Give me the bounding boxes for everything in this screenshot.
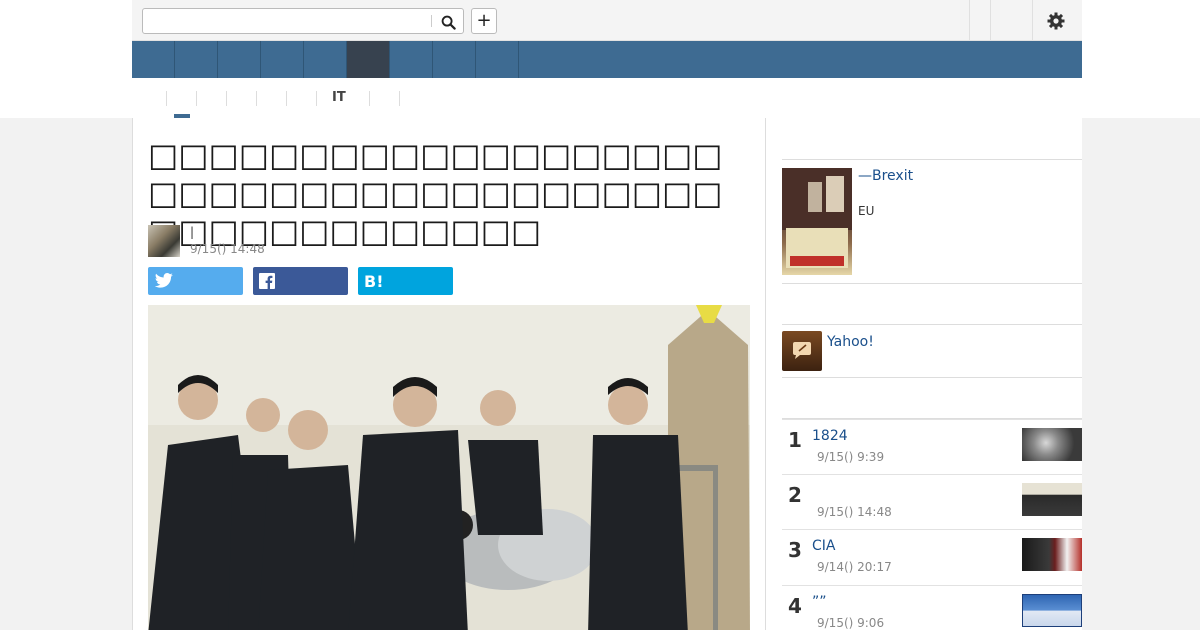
rank-thumbnail[interactable] [1022,594,1082,627]
hatena-bookmark-icon: B! [364,271,384,291]
photo-illustration [148,305,750,630]
nav-item[interactable] [433,41,476,78]
author-avatar[interactable] [148,225,180,257]
facebook-icon [259,273,275,289]
ranking-item[interactable]: 1 1824 9/15() 9:39 [782,419,1082,474]
book-description: EU [858,204,875,218]
ranking-item[interactable]: 2 9/15() 14:48 [782,474,1082,529]
ranking-item[interactable]: 4 ”” 9/15() 9:06 [782,585,1082,630]
sidebar-divider [782,377,1082,378]
sidebar-divider [782,324,1082,325]
book-title-link[interactable]: —Brexit [858,168,913,184]
rank-date: 9/15() 9:06 [817,616,885,630]
subnav-divider [399,91,400,106]
subnav-divider [286,91,287,106]
rank-thumbnail[interactable] [1022,538,1082,571]
subnav-divider [256,91,257,106]
nav-item[interactable] [218,41,261,78]
nav-item[interactable] [261,41,304,78]
subnav-divider [196,91,197,106]
subnav-divider [369,91,370,106]
rank-date: 9/15() 9:39 [817,450,885,464]
rank-number: 4 [788,594,802,618]
nav-item[interactable] [390,41,433,78]
rank-date: 9/14() 20:17 [817,560,892,574]
toolbar-divider [969,0,970,40]
sub-nav [132,78,1082,118]
toolbar-divider [1032,0,1033,40]
yahoo-comment-icon[interactable] [782,331,822,371]
sidebar: —Brexit EU Yahoo! 1 1824 9/15() 9:39 2 9… [766,118,1082,630]
rank-number: 2 [788,483,802,507]
ranking-item[interactable]: 3 CIA 9/14() 20:17 [782,529,1082,584]
search-button[interactable] [437,12,459,32]
rank-title[interactable]: 1824 [812,428,848,444]
rank-thumbnail[interactable] [1022,428,1082,461]
rank-number: 3 [788,538,802,562]
facebook-share-button[interactable] [253,267,348,295]
search-box [142,8,464,34]
top-toolbar: + [132,0,1082,41]
sidebar-divider [782,159,1082,160]
author-line[interactable]: | [190,225,194,239]
twitter-icon [154,273,173,288]
nav-item[interactable] [132,41,175,78]
twitter-share-button[interactable] [148,267,243,295]
rank-number: 1 [788,428,802,452]
toolbar-divider [990,0,991,40]
sidebar-divider [782,283,1082,284]
article-photo [148,305,750,630]
subnav-item-it[interactable]: IT [332,90,346,105]
rank-title[interactable]: CIA [812,538,835,554]
search-icon [441,15,456,30]
add-button[interactable]: + [471,8,497,34]
nav-item-active[interactable] [347,41,390,78]
main-nav [132,41,1082,78]
article-date: 9/15() 14:48 [190,242,265,256]
rank-thumbnail[interactable] [1022,483,1082,516]
nav-item[interactable] [304,41,347,78]
subnav-divider [316,91,317,106]
book-cover-art [782,168,852,268]
search-input[interactable] [147,11,427,31]
hatena-bookmark-button[interactable]: B! [358,267,453,295]
speech-bubble-icon [793,342,811,359]
yahoo-link[interactable]: Yahoo! [827,334,874,350]
book-cover[interactable] [782,168,852,275]
subnav-divider [226,91,227,106]
article-title: □□□□□□□□□□□□□□□□□□□□□□□□□□□□□□□□□□□□□□□□… [148,136,723,250]
gear-icon[interactable] [1046,11,1066,31]
rank-title[interactable]: ”” [812,594,827,610]
nav-item[interactable] [175,41,218,78]
rank-date: 9/15() 14:48 [817,505,892,519]
search-divider [431,15,432,27]
subnav-divider [166,91,167,106]
nav-item[interactable] [476,41,519,78]
